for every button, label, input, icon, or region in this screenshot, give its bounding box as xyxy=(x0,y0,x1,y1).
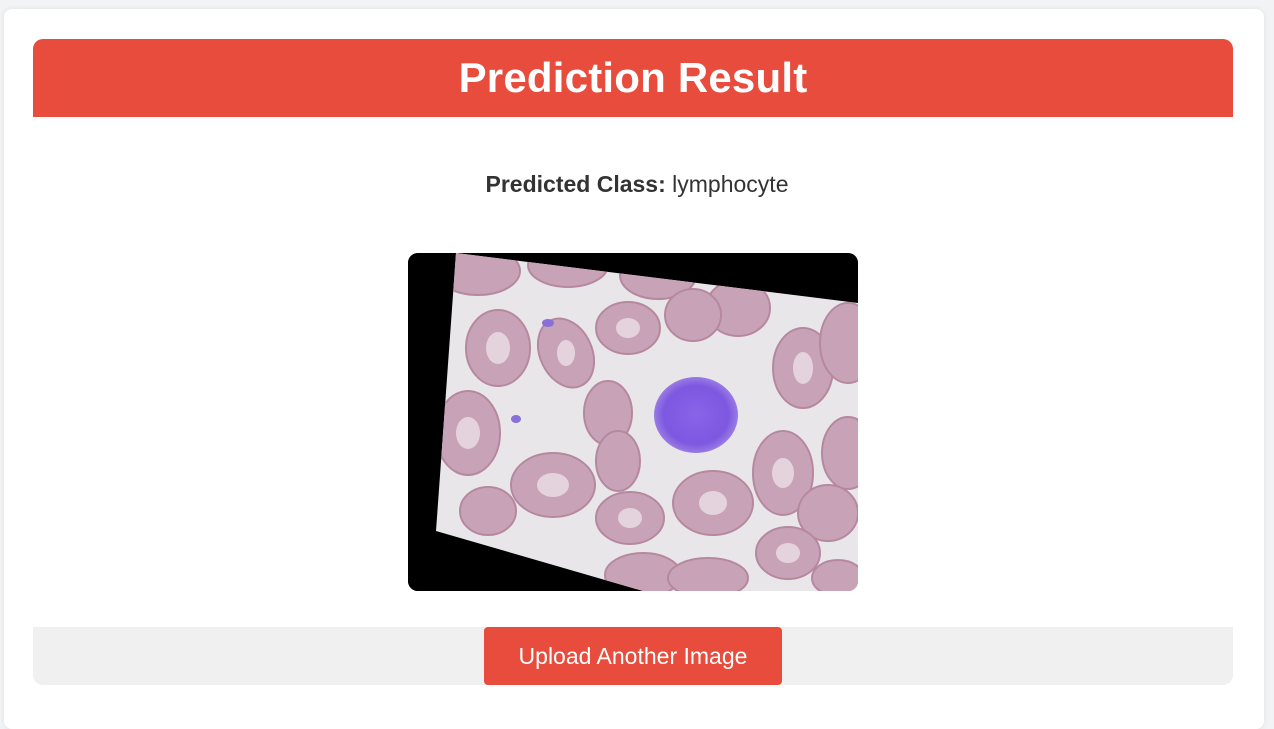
predicted-class-value: lymphocyte xyxy=(672,171,789,197)
header-banner: Prediction Result xyxy=(33,39,1233,117)
result-card: Prediction Result Predicted Class: lymph… xyxy=(4,9,1264,729)
uploaded-image xyxy=(408,253,858,591)
predicted-class-label: Predicted Class: xyxy=(485,171,666,197)
blood-smear-image xyxy=(408,253,858,591)
upload-another-image-button[interactable]: Upload Another Image xyxy=(484,627,782,685)
prediction-line: Predicted Class: lymphocyte xyxy=(4,171,1270,198)
page-title: Prediction Result xyxy=(458,54,808,101)
